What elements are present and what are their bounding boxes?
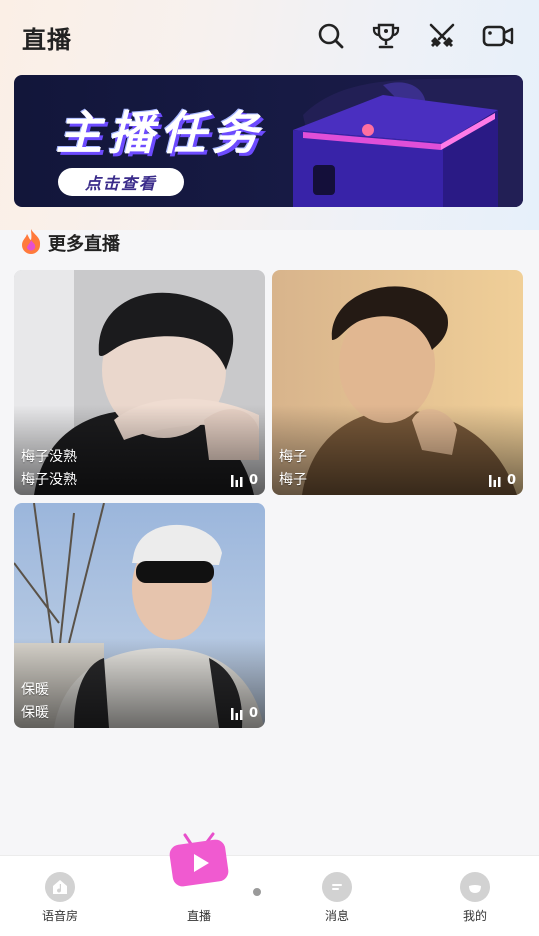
profile-face-icon	[460, 872, 490, 902]
viewer-count: 0	[230, 706, 258, 721]
section-title: 更多直播	[48, 234, 120, 255]
live-room-card[interactable]: 梅子 梅子 0	[272, 270, 523, 495]
tab-voice-room[interactable]: 语音房	[20, 872, 100, 924]
flame-icon	[20, 228, 42, 258]
page-indicator-dot	[253, 888, 261, 896]
cover-gradient	[272, 405, 523, 495]
tab-label: 我的	[462, 909, 487, 923]
music-house-icon	[45, 872, 75, 902]
video-camera-icon[interactable]	[482, 20, 514, 52]
viewers-bars-icon	[230, 474, 243, 487]
room-title: 梅子没熟	[21, 449, 77, 465]
tv-play-icon[interactable]	[167, 832, 231, 890]
host-name: 梅子没熟	[21, 472, 77, 488]
viewer-count-value: 0	[506, 473, 516, 488]
cover-gradient	[14, 638, 265, 728]
page-title: 直播	[22, 26, 72, 54]
swords-icon[interactable]	[426, 20, 458, 52]
trophy-icon[interactable]	[370, 20, 402, 52]
live-room-card[interactable]: 保暖 保暖 0	[14, 503, 265, 728]
view-details-button[interactable]: 点击查看	[58, 168, 184, 196]
viewer-count-value: 0	[248, 706, 258, 721]
room-title: 梅子	[279, 449, 307, 465]
top-header: 直播	[0, 0, 539, 72]
viewers-bars-icon	[488, 474, 501, 487]
tab-profile[interactable]: 我的	[435, 872, 515, 924]
more-live-section-header: 更多直播	[20, 229, 120, 257]
live-room-card[interactable]: 梅子没熟 梅子没熟 0	[14, 270, 265, 495]
tab-label: 直播	[186, 909, 211, 923]
tab-label: 语音房	[41, 909, 78, 923]
chat-bubble-icon	[322, 872, 352, 902]
viewer-count-value: 0	[248, 473, 258, 488]
viewers-bars-icon	[230, 707, 243, 720]
tab-messages[interactable]: 消息	[297, 872, 377, 924]
tab-label: 消息	[324, 909, 349, 923]
host-name: 梅子	[279, 472, 307, 488]
treasure-box-illustration	[293, 75, 523, 207]
host-name: 保暖	[21, 705, 49, 721]
banner-title: 主播任务	[56, 106, 264, 160]
search-icon[interactable]	[315, 20, 347, 52]
anchor-task-banner[interactable]: 主播任务 点击查看	[14, 75, 523, 207]
bottom-tab-bar: 语音房 直播 消息 我的	[0, 855, 539, 936]
viewer-count: 0	[230, 473, 258, 488]
viewer-count: 0	[488, 473, 516, 488]
room-title: 保暖	[21, 682, 49, 698]
